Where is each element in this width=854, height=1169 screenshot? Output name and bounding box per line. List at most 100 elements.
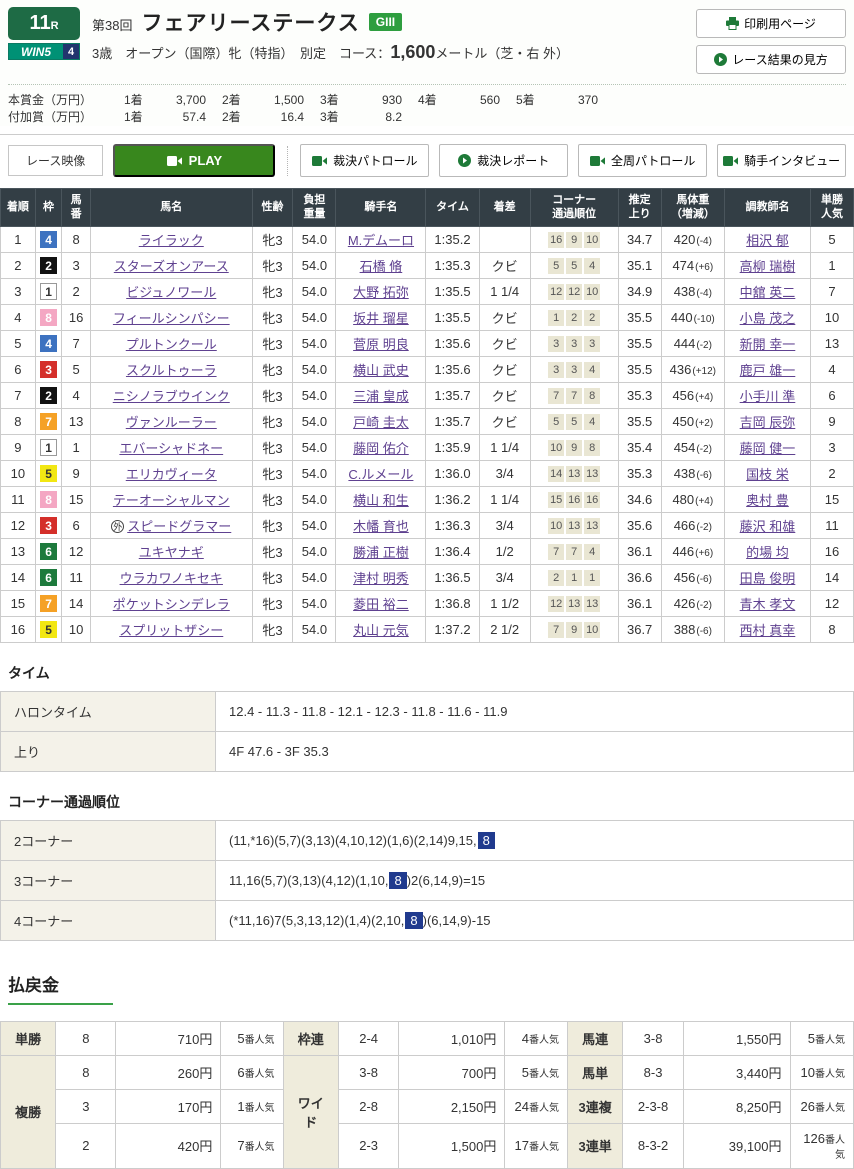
prize-amount: 57.4 [156,109,206,126]
finish-position: 14 [1,564,36,590]
play-button[interactable]: PLAY [113,144,275,177]
horse-name-link[interactable]: ヴァンルーラー [126,415,217,430]
carried-weight: 54.0 [293,616,336,642]
jockey-link[interactable]: 横山 和生 [353,493,409,508]
sex-age: 牝3 [252,512,293,538]
jockey-link[interactable]: 戸崎 圭太 [353,415,409,430]
results-guide-button[interactable]: レース結果の見方 [696,45,846,74]
carried-weight: 54.0 [293,538,336,564]
horse-name-link[interactable]: エリカヴィータ [126,467,217,482]
result-row: 4816フィールシンパシー牝354.0坂井 瑠星1:35.5クビ12235.54… [1,304,854,330]
jockey-link[interactable]: 藤岡 佑介 [353,441,409,456]
jockey-interview-button[interactable]: 騎手インタビュー [717,144,846,177]
trainer-link[interactable]: 新開 幸一 [740,337,796,352]
horse-name-link[interactable]: ポケットシンデレラ [113,597,230,612]
corner-position-number: 13 [584,596,600,612]
jockey-link[interactable]: C.ルメール [348,467,413,482]
trainer-link[interactable]: 鹿戸 雄一 [740,363,796,378]
trainer-link[interactable]: 藤岡 健一 [740,441,796,456]
horse-weight: 456(-6) [661,564,724,590]
corner-table: 2コーナー (11,*16)(5,7)(3,13)(4,10,12)(1,6)(… [0,820,854,941]
margin: クビ [479,252,530,278]
horse-name-link[interactable]: ビジュノワール [126,285,216,300]
horse-name-link[interactable]: テーオーシャルマン [113,493,230,508]
corner-position-number: 1 [584,570,600,586]
horse-number: 1 [62,434,91,460]
jockey-link[interactable]: M.デムーロ [348,233,414,248]
jockey-link[interactable]: 坂井 瑠星 [353,311,409,326]
sex-age: 牝3 [252,590,293,616]
horse-name-cell: スターズオンアース [90,252,252,278]
jockey-link[interactable]: 三浦 皇成 [353,389,409,404]
horse-name-link[interactable]: スプリットザシー [119,623,223,638]
wide-label: ワイド [283,1055,338,1168]
sex-age: 牝3 [252,434,293,460]
race-conditions: 3歳 オープン（国際）牝（特指） 別定 コース：1,600メートル（芝・右 外） [92,42,696,63]
trainer-cell: 吉岡 辰弥 [725,408,811,434]
win-label: 単勝 [1,1021,56,1055]
jockey-link[interactable]: 石橋 脩 [360,259,403,274]
horse-name-link[interactable]: フィールシンパシー [113,311,230,326]
margin: 3/4 [479,512,530,538]
trainer-link[interactable]: 国枝 栄 [746,467,789,482]
margin: 1 1/4 [479,278,530,304]
finish-position: 6 [1,356,36,382]
trainer-link[interactable]: 的場 均 [746,545,789,560]
carried-weight: 54.0 [293,304,336,330]
jockey-link[interactable]: 木幡 育也 [353,519,409,534]
highlighted-horse-number: 8 [405,912,422,929]
trainer-link[interactable]: 西村 真幸 [740,623,796,638]
jockey-cell: 坂井 瑠星 [336,304,426,330]
trainer-link[interactable]: 藤沢 和雄 [740,519,796,534]
trainer-cell: 国枝 栄 [725,460,811,486]
stewards-patrol-button[interactable]: 裁決パトロール [300,144,429,177]
jockey-link[interactable]: 大野 拓弥 [353,285,409,300]
trainer-link[interactable]: 田島 俊明 [740,571,796,586]
trainer-link[interactable]: 小手川 準 [740,389,796,404]
play-button-label: PLAY [189,153,222,168]
jockey-link[interactable]: 丸山 元気 [353,623,409,638]
horse-number: 9 [62,460,91,486]
corner-position-number: 5 [548,414,564,430]
win-popularity-rank: 11 [810,512,853,538]
trainer-link[interactable]: 青木 孝文 [740,597,796,612]
finish-position: 4 [1,304,36,330]
jockey-link[interactable]: 勝浦 正樹 [353,545,409,560]
trainer-link[interactable]: 吉岡 辰弥 [740,415,796,430]
jockey-cell: C.ルメール [336,460,426,486]
trainer-link[interactable]: 相沢 郁 [746,233,789,248]
corner-position-number: 2 [566,310,582,326]
corner-positions: 101313 [530,512,618,538]
print-page-button[interactable]: 印刷用ページ [696,9,846,38]
trainer-link[interactable]: 奥村 豊 [746,493,789,508]
horse-name-link[interactable]: ライラック [139,233,204,248]
horse-name-link[interactable]: エバーシャドネー [119,441,223,456]
horse-name-link[interactable]: プルトンクール [126,337,217,352]
jockey-cell: 菅原 明良 [336,330,426,356]
horse-name-link[interactable]: ウラカワノキセキ [120,571,223,586]
jockey-link[interactable]: 津村 明秀 [353,571,409,586]
place-amount: 170円 [116,1089,221,1123]
prize-rank-label: 3着 [320,109,352,126]
trainer-link[interactable]: 小島 茂之 [740,311,796,326]
horse-name-link[interactable]: ニシノラブウインク [113,389,230,404]
corner-position-number: 7 [548,388,564,404]
popularity-number: 5 [522,1065,529,1080]
circle-arrow-icon [458,154,471,167]
horse-name-cell: 外スピードグラマー [90,512,252,538]
horse-name-link[interactable]: スピードグラマー [127,519,231,534]
stewards-report-button[interactable]: 裁決レポート [439,144,568,177]
video-camera-icon [167,156,182,166]
jockey-link[interactable]: 菱田 裕二 [353,597,409,612]
jockey-link[interactable]: 菅原 明良 [353,337,409,352]
full-patrol-button[interactable]: 全周パトロール [578,144,707,177]
trainer-link[interactable]: 高柳 瑞樹 [740,259,796,274]
horse-name-link[interactable]: ユキヤナギ [139,545,204,560]
popularity-number: 10 [801,1065,815,1080]
trainer-link[interactable]: 中舘 英二 [740,285,796,300]
jockey-link[interactable]: 横山 武史 [353,363,409,378]
prize-row-label: 本賞金（万円） [8,92,108,109]
horse-name-link[interactable]: スターズオンアース [114,259,229,274]
horse-name-link[interactable]: スクルトゥーラ [126,363,217,378]
trainer-cell: 相沢 郁 [725,226,811,252]
